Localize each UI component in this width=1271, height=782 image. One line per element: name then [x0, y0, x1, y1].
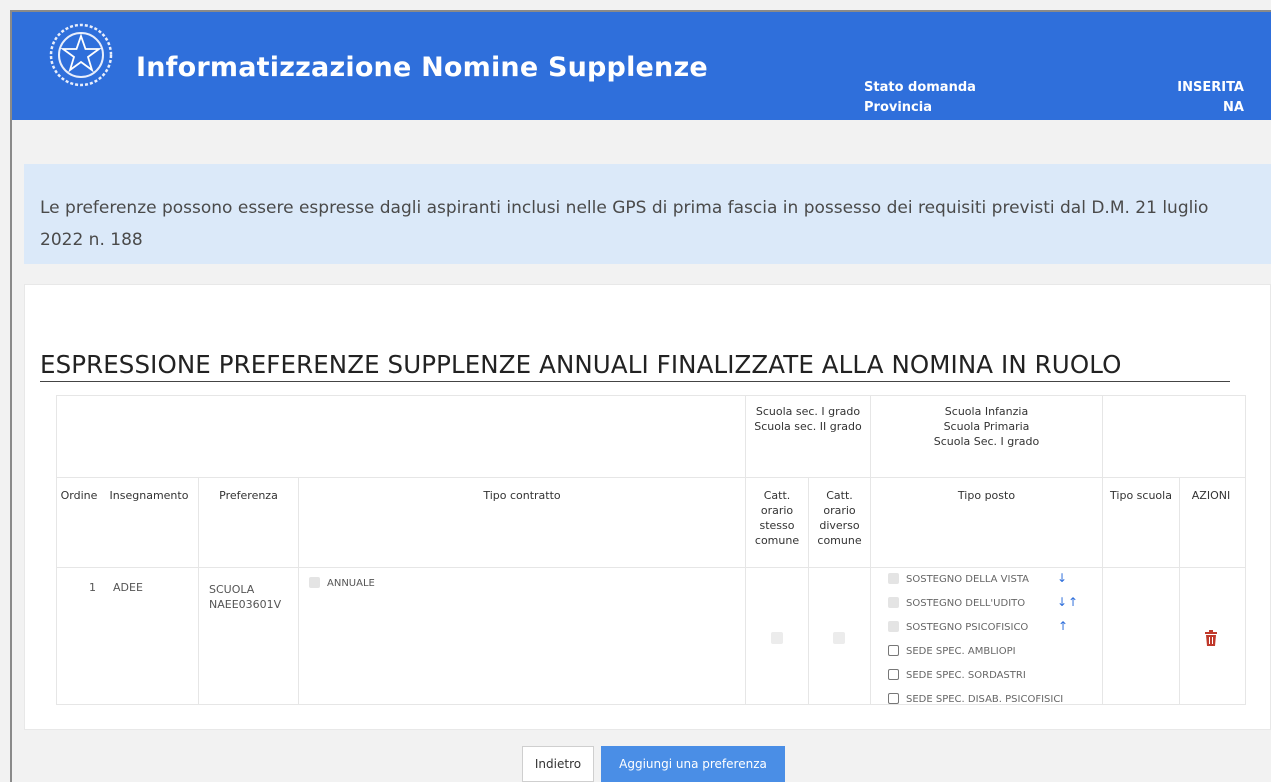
contract-label: ANNUALE — [327, 578, 375, 589]
posto-checkbox[interactable] — [888, 693, 899, 704]
table-divider — [56, 477, 1246, 478]
group-header-secondary: Scuola sec. I grado Scuola sec. II grado — [746, 404, 870, 434]
posto-checkbox — [888, 621, 899, 632]
column-header-catt-stesso-comune: Catt. orario stesso comune — [746, 488, 808, 548]
column-header-line: Catt. — [826, 489, 853, 502]
table-divider — [1179, 478, 1180, 705]
cell-ordine: 1 — [89, 581, 96, 594]
posto-option-udito: SOSTEGNO DELL'UDITO — [888, 597, 1025, 609]
posto-checkbox[interactable] — [888, 669, 899, 680]
column-header-ordine: Ordine — [60, 489, 98, 502]
posto-option-psicofisici[interactable]: SEDE SPEC. DISAB. PSICOFISICI — [888, 693, 1063, 705]
posto-option-ambliopi[interactable]: SEDE SPEC. AMBLIOPI — [888, 645, 1016, 657]
posto-checkbox[interactable] — [888, 645, 899, 656]
posto-option-psicofisico: SOSTEGNO PSICOFISICO — [888, 621, 1028, 633]
app-frame: Informatizzazione Nomine Supplenze Stato… — [10, 10, 1271, 782]
province-label: Provincia — [864, 100, 932, 115]
column-header-line: Catt. — [763, 489, 791, 502]
posto-label: SEDE SPEC. AMBLIOPI — [906, 646, 1016, 657]
column-header-line: orario — [823, 504, 856, 517]
app-header: Informatizzazione Nomine Supplenze Stato… — [12, 12, 1271, 120]
trash-icon[interactable] — [1204, 630, 1218, 646]
posto-label: SOSTEGNO DELL'UDITO — [906, 598, 1026, 609]
group-header-line: Scuola sec. II grado — [754, 420, 862, 433]
posto-label: SEDE SPEC. SORDASTRI — [906, 670, 1026, 681]
back-button[interactable]: Indietro — [522, 746, 594, 782]
column-header-insegnamento: Insegnamento — [109, 489, 189, 502]
table-divider — [745, 395, 746, 705]
column-header-line: diverso — [819, 519, 860, 532]
title-divider — [40, 381, 1230, 382]
column-header-line: comune — [817, 534, 862, 547]
cell-insegnamento: ADEE — [113, 581, 143, 594]
section-title: ESPRESSIONE PREFERENZE SUPPLENZE ANNUALI… — [40, 350, 1122, 379]
status-label: Stato domanda — [864, 80, 976, 95]
group-header-line: Scuola Sec. I grado — [933, 435, 1040, 448]
move-up-arrow-icon[interactable]: ↑ — [1058, 619, 1068, 633]
column-header-line: comune — [754, 534, 800, 547]
group-header-line: Scuola Infanzia — [944, 405, 1029, 418]
table-divider — [198, 478, 199, 705]
column-header-tipo-contratto: Tipo contratto — [483, 489, 561, 502]
column-header-catt-diverso-comune: Catt. orario diverso comune — [809, 488, 870, 548]
posto-label: SOSTEGNO PSICOFISICO — [906, 622, 1029, 633]
cell-preferenza-line: SCUOLA — [209, 583, 255, 596]
column-header-line: stesso — [759, 519, 795, 532]
cell-tipo-contratto: ANNUALE — [309, 576, 375, 591]
table-divider — [298, 478, 299, 705]
contract-checkbox — [309, 577, 320, 588]
cell-preferenza-line: NAEE03601V — [209, 598, 282, 611]
column-header-tipo-posto: Tipo posto — [957, 489, 1016, 502]
cell-preferenza: SCUOLA NAEE03601V — [209, 582, 281, 612]
move-down-arrow-icon[interactable]: ↓ — [1057, 571, 1067, 585]
column-header-azioni: AZIONI — [1191, 489, 1231, 502]
catt-diverso-comune-checkbox — [833, 632, 845, 644]
info-notice: Le preferenze possono essere espresse da… — [24, 164, 1271, 264]
group-header-line: Scuola sec. I grado — [755, 405, 861, 418]
move-up-arrow-icon[interactable]: ↑ — [1068, 595, 1078, 609]
table-divider — [56, 567, 1246, 568]
table-divider — [1102, 395, 1103, 705]
group-header-line: Scuola Primaria — [943, 420, 1030, 433]
notice-text: Le preferenze possono essere espresse da… — [40, 198, 1209, 250]
posto-checkbox — [888, 597, 899, 608]
catt-stesso-comune-checkbox — [771, 632, 783, 644]
posto-label: SOSTEGNO DELLA VISTA — [906, 574, 1029, 585]
italian-republic-emblem-icon — [49, 23, 113, 87]
posto-option-vista: SOSTEGNO DELLA VISTA — [888, 573, 1029, 585]
app-title: Informatizzazione Nomine Supplenze — [136, 52, 708, 83]
status-value: INSERITA — [1177, 80, 1244, 95]
column-header-tipo-scuola: Tipo scuola — [1110, 489, 1172, 502]
province-value: NA — [1223, 100, 1244, 115]
move-down-arrow-icon[interactable]: ↓ — [1057, 595, 1067, 609]
posto-option-sordastri[interactable]: SEDE SPEC. SORDASTRI — [888, 669, 1026, 681]
posto-label: SEDE SPEC. DISAB. PSICOFISICI — [906, 694, 1064, 705]
posto-checkbox — [888, 573, 899, 584]
add-preference-button[interactable]: Aggiungi una preferenza — [601, 746, 785, 782]
group-header-infanzia: Scuola Infanzia Scuola Primaria Scuola S… — [871, 404, 1102, 449]
column-header-preferenza: Preferenza — [219, 489, 278, 502]
column-header-line: orario — [760, 504, 794, 517]
